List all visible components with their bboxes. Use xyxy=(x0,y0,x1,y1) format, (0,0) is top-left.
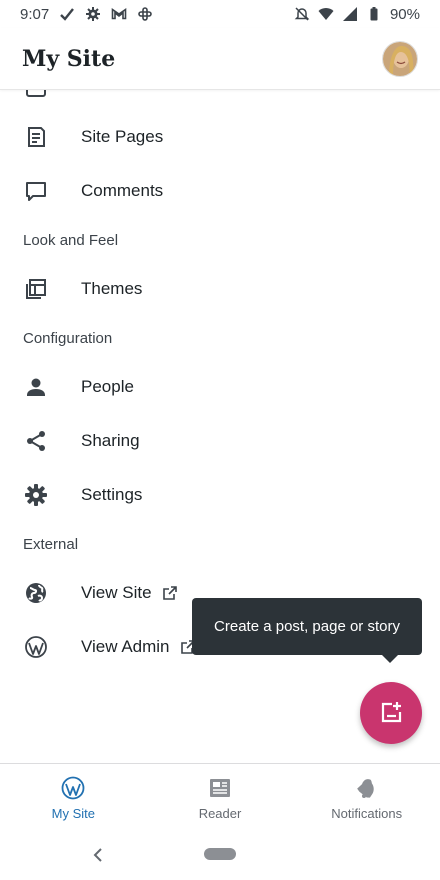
tab-label: Reader xyxy=(198,806,242,821)
tooltip-arrow xyxy=(381,654,399,663)
wordpress-icon xyxy=(24,635,48,659)
battery-icon xyxy=(366,6,382,22)
menu-item-settings[interactable]: Settings xyxy=(0,468,440,522)
check-icon xyxy=(59,6,75,22)
tab-notifications[interactable]: Notifications xyxy=(293,764,440,833)
bottom-navigation: My Site Reader Notifications xyxy=(0,763,440,833)
system-navigation-bar xyxy=(0,833,440,880)
menu-item-label: Themes xyxy=(81,279,143,298)
menu-item-comments[interactable]: Comments xyxy=(0,164,440,218)
menu-item-label: People xyxy=(81,377,134,396)
chevron-left-icon xyxy=(93,848,102,862)
menu-item-site-pages[interactable]: Site Pages xyxy=(0,110,440,164)
comment-icon xyxy=(24,179,48,203)
menu-item-label: Comments xyxy=(81,181,164,200)
create-post-button[interactable] xyxy=(360,682,422,744)
back-button[interactable] xyxy=(88,845,108,865)
section-header-external: External xyxy=(23,535,79,553)
home-button[interactable] xyxy=(204,848,236,860)
tab-label: Notifications xyxy=(331,806,403,821)
signal-icon xyxy=(342,6,358,22)
battery-percent: 90% xyxy=(389,5,420,23)
status-right: 90% xyxy=(294,6,420,23)
wifi-icon xyxy=(318,6,334,22)
site-menu-list: Site Pages Comments Look and Feel Themes… xyxy=(0,90,440,674)
add-post-icon xyxy=(381,702,402,723)
menu-item-themes[interactable]: Themes xyxy=(0,262,440,316)
tab-label: My Site xyxy=(51,806,95,821)
themes-icon xyxy=(24,277,48,301)
gmail-icon xyxy=(111,6,127,22)
create-tooltip: Create a post, page or story xyxy=(192,598,422,655)
status-time: 9:07 xyxy=(20,5,50,23)
menu-item-label: Settings xyxy=(81,485,143,504)
app-bar: My Site xyxy=(0,28,440,90)
menu-item-label: Site Pages xyxy=(81,127,164,146)
status-left: 9:07 xyxy=(20,6,153,23)
pages-icon xyxy=(24,125,48,149)
reader-icon xyxy=(210,779,230,797)
slack-icon xyxy=(137,6,153,22)
bell-icon xyxy=(356,779,374,798)
menu-item-label: View Site xyxy=(81,583,152,602)
list-icon xyxy=(24,90,48,110)
partially-hidden-row[interactable] xyxy=(0,90,440,110)
section-header-configuration: Configuration xyxy=(23,329,113,347)
gear-icon xyxy=(24,483,48,507)
menu-item-sharing[interactable]: Sharing xyxy=(0,414,440,468)
globe-icon xyxy=(24,581,48,605)
menu-item-label: Sharing xyxy=(81,431,140,450)
settings-gear-icon xyxy=(85,6,101,22)
section-header-look-and-feel: Look and Feel xyxy=(23,231,119,249)
page-title: My Site xyxy=(22,45,116,72)
share-icon xyxy=(24,429,48,453)
person-icon xyxy=(24,375,48,399)
status-bar: 9:07 90% xyxy=(0,0,440,28)
external-link-icon xyxy=(162,585,178,601)
bell-off-icon xyxy=(294,6,310,22)
menu-item-people[interactable]: People xyxy=(0,360,440,414)
avatar[interactable] xyxy=(382,40,418,77)
menu-item-label: View Admin xyxy=(81,637,170,656)
wordpress-icon xyxy=(61,776,85,800)
tab-reader[interactable]: Reader xyxy=(147,764,294,833)
tab-my-site[interactable]: My Site xyxy=(0,764,147,833)
